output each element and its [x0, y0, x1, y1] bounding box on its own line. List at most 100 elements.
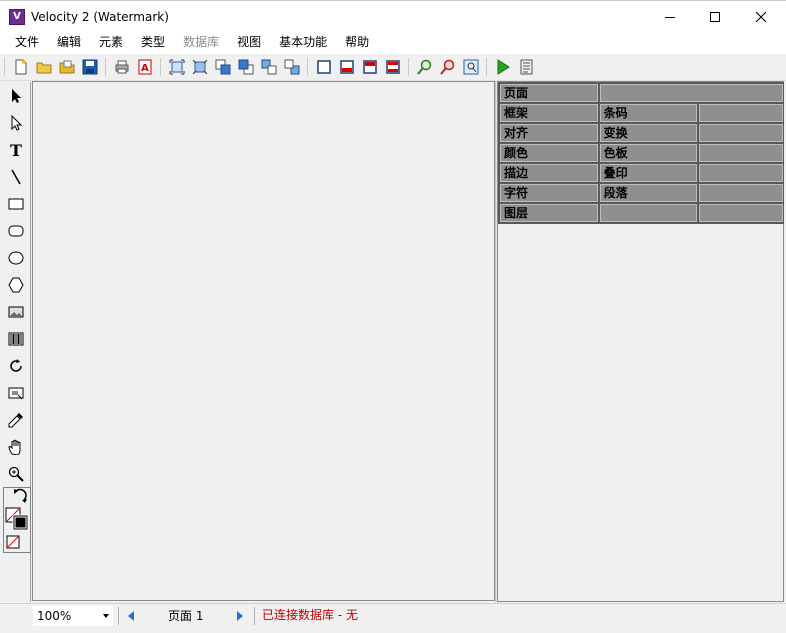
prop-color[interactable]: 颜色: [500, 144, 598, 162]
menu-edit[interactable]: 编辑: [48, 32, 90, 54]
frame-bottom-icon: [340, 60, 354, 74]
zoom-tool[interactable]: [2, 460, 30, 487]
menu-type[interactable]: 类型: [132, 32, 174, 54]
image-tool[interactable]: [2, 298, 30, 325]
open-recent-button[interactable]: [57, 57, 77, 77]
zoom-in-button[interactable]: [415, 57, 435, 77]
window-title: Velocity 2 (Watermark): [31, 9, 169, 24]
prop-layers[interactable]: 图层: [500, 204, 598, 222]
menu-basic-functions[interactable]: 基本功能: [270, 32, 336, 54]
frame-top-icon: [363, 60, 377, 74]
frame-button[interactable]: [314, 57, 334, 77]
page-indicator: 页面 1: [168, 609, 204, 623]
new-file-icon: [15, 59, 27, 75]
hand-tool[interactable]: [2, 433, 30, 460]
prop-frame[interactable]: 框架: [500, 104, 598, 122]
swap-colors-icon[interactable]: [4, 488, 32, 508]
prop-character[interactable]: 字符: [500, 184, 598, 202]
maximize-button[interactable]: [692, 1, 738, 32]
print-icon: [115, 60, 129, 74]
send-backward-button[interactable]: [236, 57, 256, 77]
prev-page-button[interactable]: [126, 610, 136, 622]
run-button[interactable]: [493, 57, 513, 77]
rotate-tool[interactable]: [2, 352, 30, 379]
ellipse-tool[interactable]: [2, 244, 30, 271]
bring-to-front-button[interactable]: [259, 57, 279, 77]
direct-select-icon: [11, 114, 23, 131]
minimize-button[interactable]: [647, 1, 693, 32]
prop-empty-7: [699, 204, 784, 222]
prop-stroke[interactable]: 描边: [500, 164, 598, 182]
chevron-down-icon: [103, 614, 109, 618]
next-page-button[interactable]: [235, 610, 245, 622]
zoom-in-icon: [417, 59, 432, 75]
crop-tool-icon: [8, 387, 24, 399]
menu-database[interactable]: 数据库: [174, 32, 228, 54]
rounded-rect-tool[interactable]: [2, 217, 30, 244]
prop-paragraph[interactable]: 段落: [599, 184, 698, 202]
bring-forward-button[interactable]: [213, 57, 233, 77]
rectangle-tool[interactable]: [2, 190, 30, 217]
fit-content-button[interactable]: [190, 57, 210, 77]
bring-forward-icon: [215, 59, 231, 75]
ellipse-tool-icon: [8, 251, 24, 264]
barcode-tool[interactable]: [2, 325, 30, 352]
title-bar: V Velocity 2 (Watermark): [0, 0, 786, 32]
prop-empty-5: [699, 184, 784, 202]
rectangle-tool-icon: [8, 198, 24, 209]
zoom-out-button[interactable]: [438, 57, 458, 77]
prop-barcode[interactable]: 条码: [599, 104, 698, 122]
status-bar: 100% 页面 1 已连接数据库 - 无: [0, 603, 786, 633]
zoom-value: 100%: [37, 609, 72, 623]
color-swatch-panel: [3, 487, 31, 553]
line-tool[interactable]: [2, 163, 30, 190]
menu-help[interactable]: 帮助: [336, 32, 378, 54]
select-tool[interactable]: [2, 82, 30, 109]
properties-panel: 页面 框架 条码 对齐 变换 颜色 色板 描边 叠印 字符 段落 图层: [497, 81, 784, 602]
maximize-icon: [710, 11, 720, 22]
prop-empty-6: [599, 204, 698, 222]
prop-page[interactable]: 页面: [500, 84, 598, 102]
menu-file[interactable]: 文件: [0, 32, 48, 54]
fill-stroke-swatch-icon[interactable]: [4, 506, 32, 532]
frame-bottom-button[interactable]: [337, 57, 357, 77]
menu-element[interactable]: 元素: [90, 32, 132, 54]
prop-transform[interactable]: 变换: [599, 124, 698, 142]
status-divider: [118, 607, 119, 625]
open-button[interactable]: [34, 57, 54, 77]
prop-overprint[interactable]: 叠印: [599, 164, 698, 182]
print-button[interactable]: [112, 57, 132, 77]
text-tool-icon: T: [10, 142, 22, 158]
direct-select-tool[interactable]: [2, 109, 30, 136]
frame-top-button[interactable]: [360, 57, 380, 77]
new-file-button[interactable]: [11, 57, 31, 77]
none-color-icon[interactable]: [4, 534, 32, 552]
rotate-tool-icon: [10, 358, 22, 372]
pdf-export-button[interactable]: A: [135, 57, 155, 77]
prop-page-value[interactable]: [599, 84, 783, 102]
zoom-dropdown[interactable]: 100%: [33, 606, 113, 626]
menu-view[interactable]: 视图: [228, 32, 270, 54]
prop-empty-4: [699, 164, 784, 182]
send-to-back-button[interactable]: [282, 57, 302, 77]
open-folder-icon: [36, 62, 52, 74]
eyedropper-tool[interactable]: [2, 406, 30, 433]
prop-empty-3: [699, 144, 784, 162]
pdf-icon: A: [138, 59, 152, 75]
database-status: 已连接数据库 - 无: [262, 608, 358, 622]
text-tool[interactable]: T: [2, 136, 30, 163]
hand-tool-icon: [8, 439, 21, 455]
frame-both-button[interactable]: [383, 57, 403, 77]
document-canvas[interactable]: [32, 81, 495, 601]
zoom-fit-button[interactable]: [461, 57, 481, 77]
status-divider-2: [254, 607, 255, 625]
polygon-tool[interactable]: [2, 271, 30, 298]
save-button[interactable]: [80, 57, 100, 77]
prop-align[interactable]: 对齐: [500, 124, 598, 142]
fit-frame-button[interactable]: [167, 57, 187, 77]
prop-swatches[interactable]: 色板: [599, 144, 698, 162]
app-logo-icon: V: [9, 8, 25, 25]
close-button[interactable]: [738, 1, 784, 32]
crop-tool[interactable]: [2, 379, 30, 406]
report-button[interactable]: [516, 57, 536, 77]
